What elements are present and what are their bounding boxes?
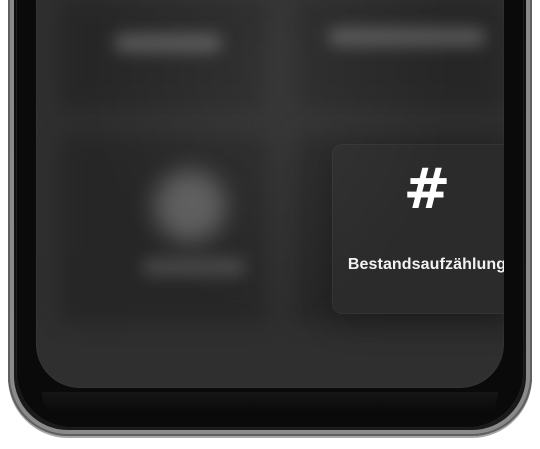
device-preview: # Bestandsaufzählung	[0, 0, 540, 449]
hash-icon: #	[403, 157, 451, 222]
inventory-count-tile[interactable]: # Bestandsaufzählung	[332, 144, 504, 314]
blurred-text-placeholder	[142, 258, 246, 276]
blurred-text-placeholder	[328, 28, 486, 46]
blurred-icon-placeholder	[154, 170, 226, 242]
blurred-tile-top-right	[294, 0, 504, 110]
blurred-text-placeholder	[114, 34, 222, 52]
tile-label: Bestandsaufzählung	[347, 256, 504, 273]
screen-reflection	[42, 392, 498, 426]
phone-screen: # Bestandsaufzählung	[36, 0, 504, 388]
blurred-tile-top-left	[58, 0, 268, 110]
